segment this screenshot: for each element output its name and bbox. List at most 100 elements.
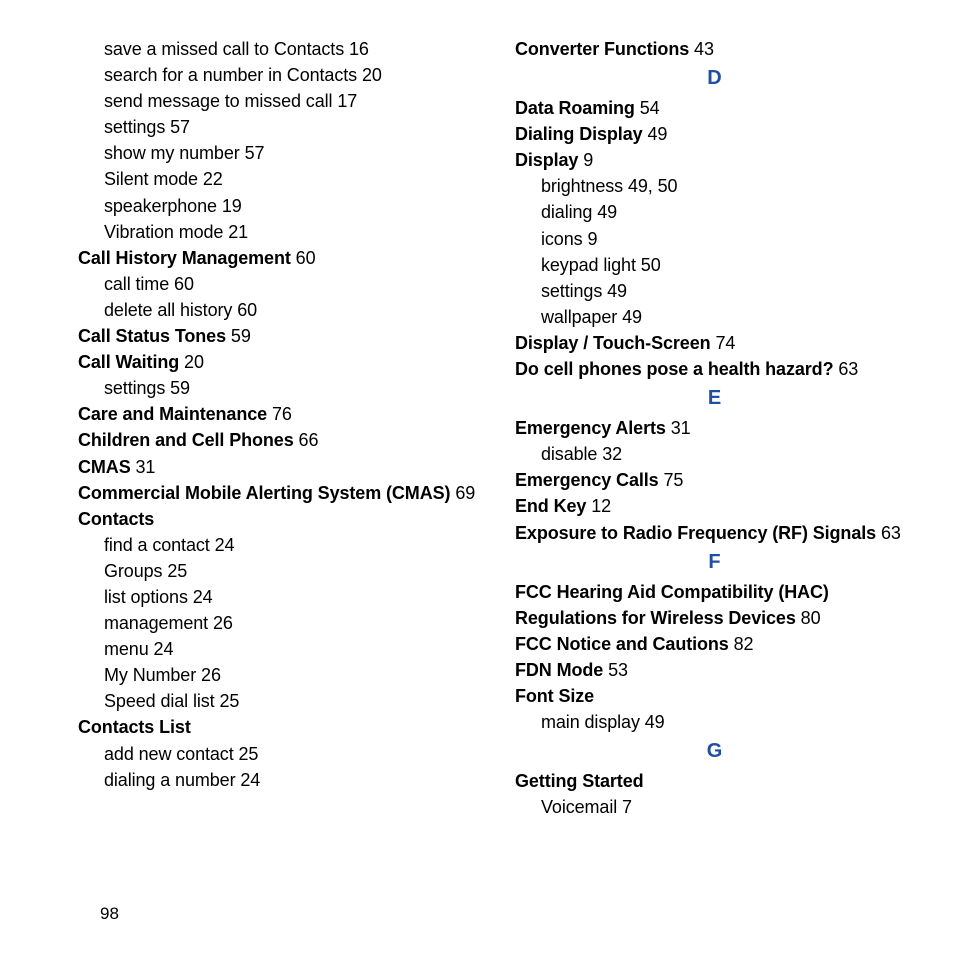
entry-label: brightness: [541, 176, 623, 196]
page-ref: 49: [607, 281, 627, 301]
page-ref: 74: [715, 333, 735, 353]
index-sub-entry: send message to missed call 17: [78, 88, 477, 114]
entry-label: Call History Management: [78, 248, 291, 268]
entry-label: speakerphone: [104, 196, 217, 216]
page-ref: 16: [349, 39, 369, 59]
page-ref: 75: [663, 470, 683, 490]
entry-label: Speed dial list: [104, 691, 215, 711]
page-ref: 7: [622, 797, 632, 817]
index-sub-entry: Groups 25: [78, 558, 477, 584]
entry-label: Call Status Tones: [78, 326, 226, 346]
entry-label: icons: [541, 229, 583, 249]
index-sub-entry: Silent mode 22: [78, 166, 477, 192]
page-ref: 26: [213, 613, 233, 633]
page-ref: 49: [622, 307, 642, 327]
index-main-entry: FDN Mode 53: [515, 657, 914, 683]
page-ref: 82: [734, 634, 754, 654]
index-main-entry: Emergency Calls 75: [515, 467, 914, 493]
entry-label: Voicemail: [541, 797, 617, 817]
left-column: save a missed call to Contacts 16search …: [78, 36, 477, 820]
index-sub-entry: call time 60: [78, 271, 477, 297]
entry-label: wallpaper: [541, 307, 617, 327]
entry-label: Display / Touch-Screen: [515, 333, 711, 353]
entry-label: settings: [541, 281, 602, 301]
entry-label: CMAS: [78, 457, 131, 477]
entry-label: FCC Notice and Cautions: [515, 634, 729, 654]
page-ref: 49: [645, 712, 665, 732]
page-ref: 25: [239, 744, 259, 764]
page-ref: 54: [640, 98, 660, 118]
page-ref: 76: [272, 404, 292, 424]
index-sub-entry: icons 9: [515, 226, 914, 252]
entry-label: settings: [104, 117, 165, 137]
page-ref: 49: [647, 124, 667, 144]
page-ref: 57: [245, 143, 265, 163]
page-ref: 19: [222, 196, 242, 216]
index-sub-entry: settings 59: [78, 375, 477, 401]
page-ref: 43: [694, 39, 714, 59]
index-sub-entry: Speed dial list 25: [78, 688, 477, 714]
entry-label: Getting Started: [515, 771, 644, 791]
index-sub-entry: wallpaper 49: [515, 304, 914, 330]
entry-label: My Number: [104, 665, 196, 685]
index-main-entry: Call Waiting 20: [78, 349, 477, 375]
index-page: save a missed call to Contacts 16search …: [0, 0, 954, 954]
index-main-entry: Data Roaming 54: [515, 95, 914, 121]
page-ref: 17: [337, 91, 357, 111]
index-main-entry: Exposure to Radio Frequency (RF) Signals…: [515, 520, 914, 546]
entry-label: Silent mode: [104, 169, 198, 189]
entry-label: Font Size: [515, 686, 594, 706]
page-ref: 50: [641, 255, 661, 275]
page-ref: 53: [608, 660, 628, 680]
entry-label: main display: [541, 712, 640, 732]
page-ref: 25: [219, 691, 239, 711]
index-main-entry: CMAS 31: [78, 454, 477, 480]
page-ref: 60: [174, 274, 194, 294]
index-main-entry: Display 9: [515, 147, 914, 173]
entry-label: Contacts List: [78, 717, 191, 737]
entry-label: dialing a number: [104, 770, 235, 790]
page-ref: 31: [136, 457, 156, 477]
index-sub-entry: find a contact 24: [78, 532, 477, 558]
entry-label: Commercial Mobile Alerting System (CMAS): [78, 483, 450, 503]
page-ref: 12: [591, 496, 611, 516]
page-ref: 57: [170, 117, 190, 137]
index-main-entry: Emergency Alerts 31: [515, 415, 914, 441]
entry-label: Exposure to Radio Frequency (RF) Signals: [515, 523, 876, 543]
index-sub-entry: Vibration mode 21: [78, 219, 477, 245]
section-letter: F: [515, 548, 914, 577]
index-sub-entry: list options 24: [78, 584, 477, 610]
page-ref: 9: [583, 150, 593, 170]
entry-label: FCC Hearing Aid Compatibility (HAC) Regu…: [515, 582, 829, 628]
index-sub-entry: add new contact 25: [78, 741, 477, 767]
index-sub-entry: save a missed call to Contacts 16: [78, 36, 477, 62]
index-sub-entry: keypad light 50: [515, 252, 914, 278]
page-ref: 49, 50: [628, 176, 677, 196]
page-ref: 20: [184, 352, 204, 372]
index-sub-entry: management 26: [78, 610, 477, 636]
entry-label: Call Waiting: [78, 352, 179, 372]
page-ref: 49: [597, 202, 617, 222]
entry-label: delete all history: [104, 300, 232, 320]
page-ref: 25: [167, 561, 187, 581]
index-sub-entry: dialing a number 24: [78, 767, 477, 793]
entry-label: list options: [104, 587, 188, 607]
index-main-entry: Commercial Mobile Alerting System (CMAS)…: [78, 480, 477, 506]
entry-label: disable: [541, 444, 597, 464]
page-ref: 20: [362, 65, 382, 85]
index-main-entry: Getting Started: [515, 768, 914, 794]
entry-label: Do cell phones pose a health hazard?: [515, 359, 833, 379]
index-main-entry: Call History Management 60: [78, 245, 477, 271]
page-ref: 26: [201, 665, 221, 685]
page-ref: 22: [203, 169, 223, 189]
index-sub-entry: My Number 26: [78, 662, 477, 688]
index-main-entry: Call Status Tones 59: [78, 323, 477, 349]
entry-label: Converter Functions: [515, 39, 689, 59]
index-main-entry: Display / Touch-Screen 74: [515, 330, 914, 356]
index-main-entry: End Key 12: [515, 493, 914, 519]
entry-label: Contacts: [78, 509, 154, 529]
entry-label: menu: [104, 639, 149, 659]
page-ref: 31: [671, 418, 691, 438]
entry-label: add new contact: [104, 744, 234, 764]
entry-label: Data Roaming: [515, 98, 635, 118]
